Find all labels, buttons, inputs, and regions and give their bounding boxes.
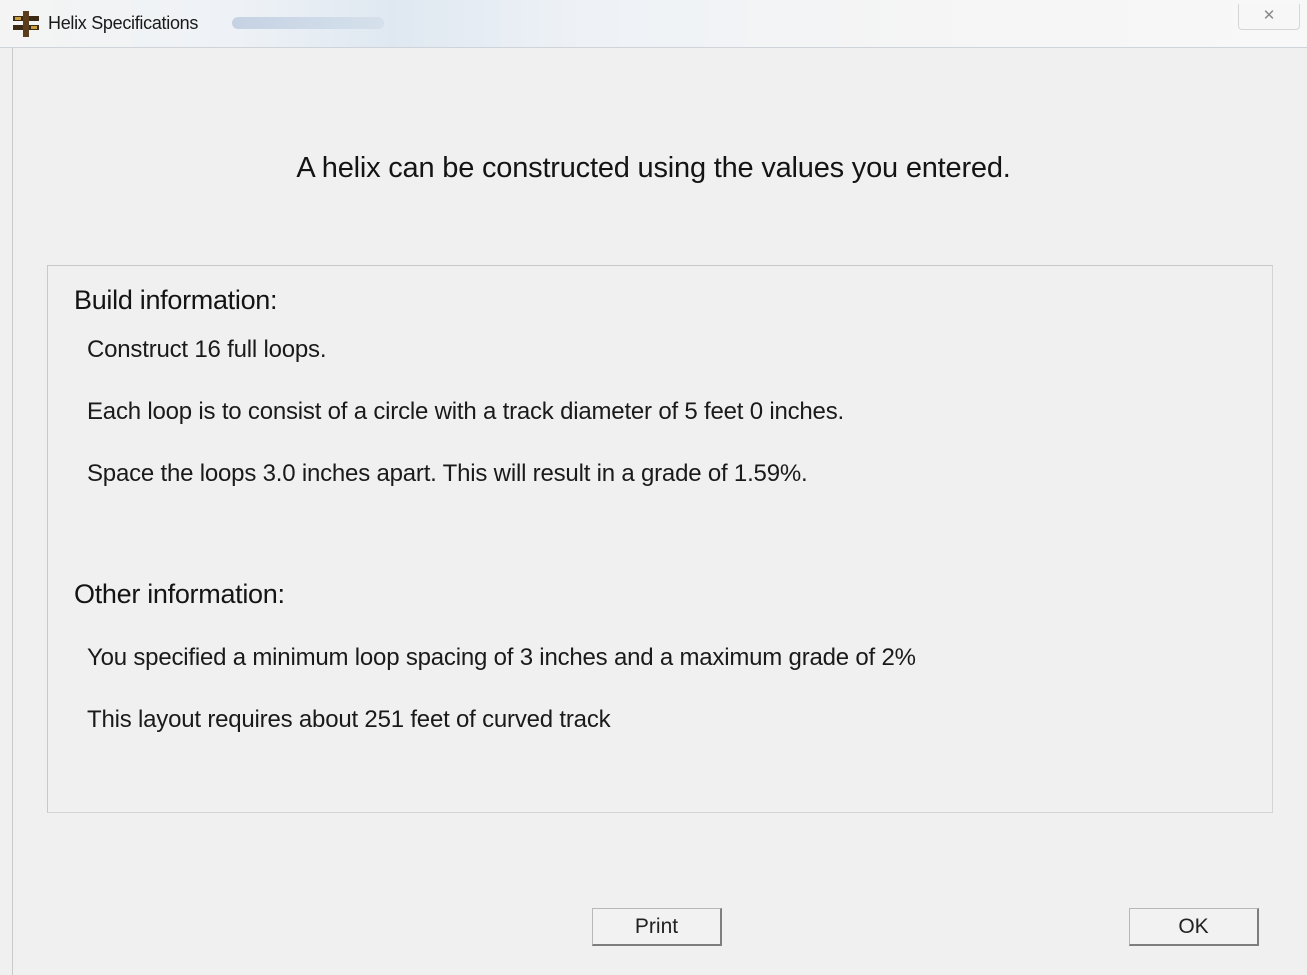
- print-button[interactable]: Print: [592, 908, 722, 946]
- build-line-diameter: Each loop is to consist of a circle with…: [87, 398, 844, 425]
- blurred-title-text: [232, 17, 384, 29]
- build-line-loops: Construct 16 full loops.: [87, 336, 327, 363]
- title-bar[interactable]: Helix Specifications ✕: [0, 0, 1307, 48]
- ok-button[interactable]: OK: [1129, 908, 1259, 946]
- result-headline: A helix can be constructed using the val…: [296, 152, 1011, 184]
- close-icon: ✕: [1262, 7, 1276, 24]
- other-information-heading: Other information:: [74, 579, 285, 609]
- build-line-spacing: Space the loops 3.0 inches apart. This w…: [87, 460, 808, 487]
- close-button[interactable]: ✕: [1238, 4, 1300, 30]
- helix-app-icon: [13, 11, 39, 37]
- other-line-track-length: This layout requires about 251 feet of c…: [87, 706, 611, 733]
- window-title: Helix Specifications: [48, 13, 199, 33]
- other-line-spacing-grade: You specified a minimum loop spacing of …: [87, 644, 916, 671]
- helix-specifications-window: Helix Specifications ✕ A helix can be co…: [0, 0, 1307, 975]
- build-information-heading: Build information:: [74, 285, 278, 315]
